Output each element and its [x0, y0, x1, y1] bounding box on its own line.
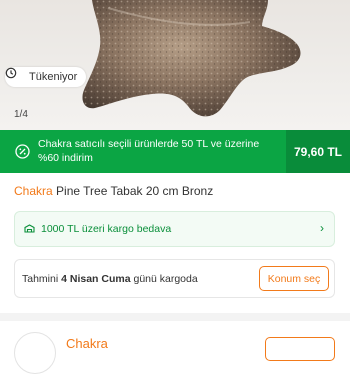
free-shipping-text: 1000 TL üzeri kargo bedava: [41, 223, 172, 235]
section-divider: [0, 313, 350, 321]
product-image: [82, 0, 301, 117]
free-shipping-banner[interactable]: 1000 TL üzeri kargo bedava ›: [14, 211, 335, 247]
seller-avatar[interactable]: [14, 332, 56, 374]
chevron-right-icon: ›: [320, 221, 324, 235]
price: 79,60 TL: [286, 130, 350, 173]
stock-badge-label: Tükeniyor: [29, 71, 78, 83]
stock-badge: Tükeniyor: [5, 67, 87, 87]
follow-seller-button[interactable]: [265, 337, 335, 361]
promo-text: Chakra satıcılı seçili ürünlerde 50 TL v…: [38, 138, 260, 164]
product-image-gallery[interactable]: Tükeniyor 1/4: [0, 0, 350, 130]
delivery-text: Tahmini 4 Nisan Cuma günü kargoda: [22, 273, 198, 285]
product-name: Pine Tree Tabak 20 cm Bronz: [56, 184, 214, 198]
seller-name[interactable]: Chakra: [66, 336, 108, 351]
delivery-prefix: Tahmini: [22, 273, 59, 285]
brand-link[interactable]: Chakra: [14, 184, 53, 198]
image-pager: 1/4: [14, 109, 28, 120]
select-location-button[interactable]: Konum seç: [259, 266, 329, 291]
product-title: Chakra Pine Tree Tabak 20 cm Bronz: [14, 184, 213, 198]
discount-icon: [15, 144, 30, 159]
truck-icon: [23, 223, 36, 236]
promo-banner[interactable]: Chakra satıcılı seçili ürünlerde 50 TL v…: [0, 130, 350, 173]
delivery-suffix: günü kargoda: [133, 273, 198, 285]
delivery-date: 4 Nisan Cuma: [61, 273, 131, 285]
delivery-estimate: Tahmini 4 Nisan Cuma günü kargoda Konum …: [14, 259, 335, 298]
clock-icon: [5, 67, 24, 83]
